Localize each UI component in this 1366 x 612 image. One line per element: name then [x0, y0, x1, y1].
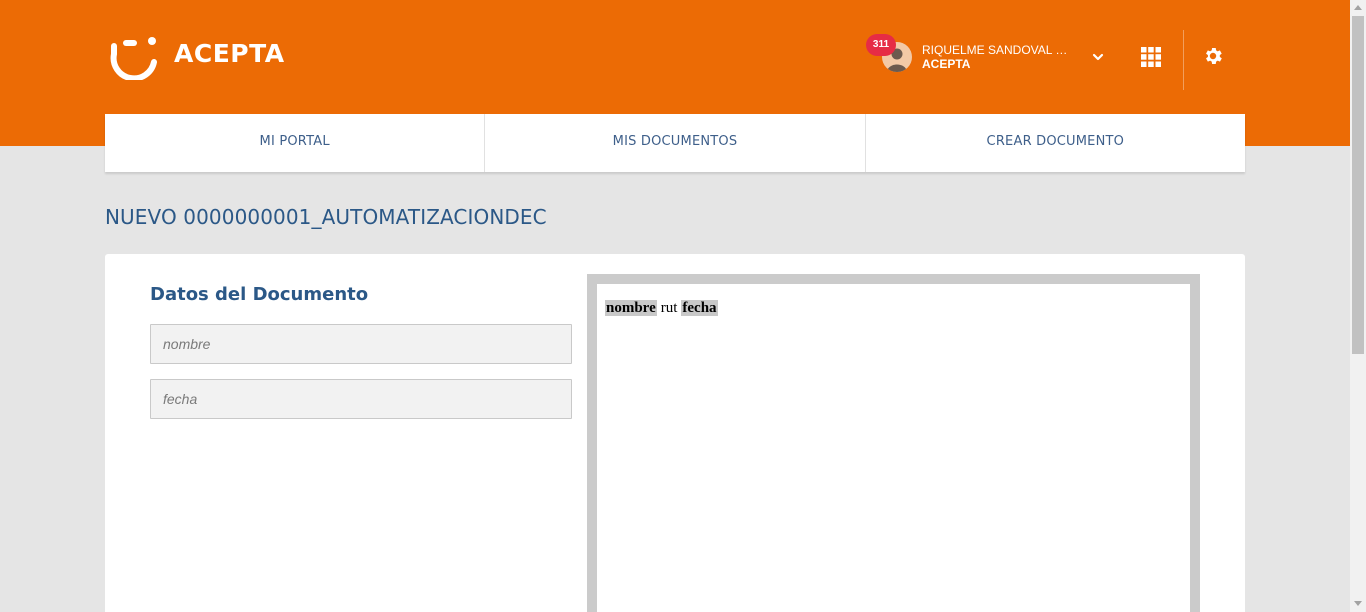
- nav-mi-portal[interactable]: MI PORTAL: [105, 114, 486, 172]
- header-divider: [1183, 30, 1184, 90]
- nombre-field[interactable]: [150, 324, 572, 364]
- preview-token-rut: rut: [660, 300, 678, 316]
- preview-token-nombre: nombre: [605, 300, 657, 316]
- document-preview[interactable]: nombre rut fecha: [597, 284, 1190, 612]
- notification-badge[interactable]: 311: [866, 34, 896, 56]
- chevron-down-icon[interactable]: [1091, 50, 1105, 64]
- nav-crear-documento[interactable]: CREAR DOCUMENTO: [866, 114, 1245, 172]
- main-navigation: MI PORTAL MIS DOCUMENTOS CREAR DOCUMENTO: [105, 114, 1245, 172]
- page-title: NUEVO 0000000001_AUTOMATIZACIONDEC: [105, 205, 547, 229]
- section-title: Datos del Documento: [150, 284, 369, 305]
- brand-name: ACEPTA: [174, 39, 285, 68]
- gear-icon[interactable]: [1202, 45, 1224, 67]
- apps-grid-icon[interactable]: [1141, 47, 1161, 67]
- acepta-smile-logo-icon: [110, 37, 157, 80]
- scroll-down-arrow-icon[interactable]: [1354, 601, 1362, 606]
- page-scrollbar[interactable]: [1350, 0, 1366, 612]
- preview-token-fecha: fecha: [681, 300, 718, 316]
- scrollbar-thumb[interactable]: [1352, 16, 1364, 354]
- user-menu[interactable]: 311 RIQUELME SANDOVAL RU... ACEPTA: [866, 34, 1116, 80]
- nav-mis-documentos[interactable]: MIS DOCUMENTOS: [485, 114, 866, 172]
- fecha-field[interactable]: [150, 379, 572, 419]
- document-card: Datos del Documento nombrerutfecha: [105, 254, 1245, 612]
- document-preview-frame: nombre rut fecha: [587, 274, 1200, 612]
- user-organization: ACEPTA: [922, 57, 971, 71]
- acepta-logo[interactable]: ACEPTA: [110, 36, 284, 80]
- user-name: RIQUELME SANDOVAL RU...: [922, 43, 1072, 57]
- scroll-up-arrow-icon[interactable]: [1354, 5, 1362, 10]
